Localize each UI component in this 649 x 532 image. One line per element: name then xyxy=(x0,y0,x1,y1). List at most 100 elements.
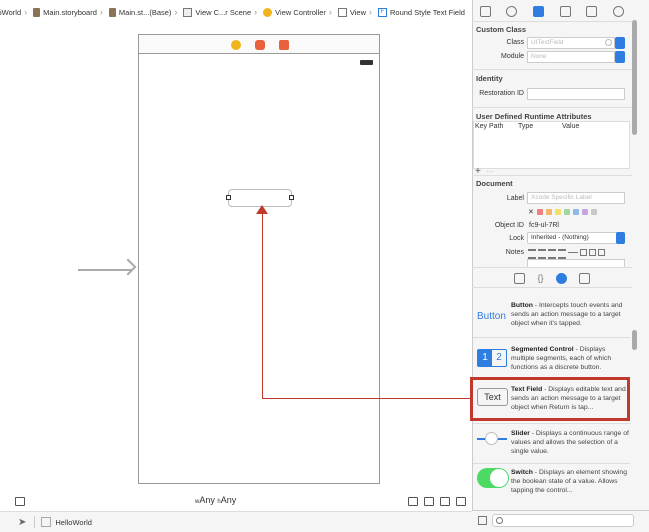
breadcrumb-item-folder[interactable]: Main.storyboard xyxy=(33,7,97,17)
label-color-swatch[interactable] xyxy=(591,209,597,215)
view-icon xyxy=(337,7,347,17)
notes-text-area[interactable] xyxy=(527,259,625,267)
label-color-swatch[interactable] xyxy=(582,209,588,215)
connection-line xyxy=(262,210,263,398)
size-class-selector[interactable]: wAny hAny xyxy=(195,495,236,505)
breadcrumb-label: Main.st...(Base) xyxy=(118,7,172,17)
breadcrumb-label: View C...r Scene xyxy=(195,7,252,17)
label-color-swatch[interactable] xyxy=(564,209,570,215)
section-title-runtime-attributes: User Defined Runtime Attributes xyxy=(476,112,592,121)
label-color-swatch[interactable] xyxy=(555,209,561,215)
breadcrumb-label: Round Style Text Field xyxy=(390,7,465,17)
size-inspector-icon[interactable] xyxy=(586,5,598,17)
class-field[interactable]: UITextField xyxy=(527,37,615,49)
object-id-value: fc9-ul-7Rl xyxy=(529,222,559,229)
align-right-icon[interactable] xyxy=(548,249,556,259)
chevron-right-icon: › xyxy=(24,7,28,17)
attributes-inspector-icon[interactable] xyxy=(559,5,571,17)
xcode-label-field[interactable]: Xcode Specific Label xyxy=(527,192,625,204)
column-header-key-path[interactable]: Key Path xyxy=(475,123,503,130)
section-title-custom-class: Custom Class xyxy=(476,25,527,34)
inspector-scrollbar[interactable] xyxy=(632,20,637,135)
align-left-icon[interactable] xyxy=(528,249,536,259)
breadcrumb-item-scene[interactable]: View C...r Scene xyxy=(183,7,252,17)
file-template-library-icon[interactable] xyxy=(514,272,526,284)
align-icon[interactable] xyxy=(424,497,434,506)
module-field[interactable]: None xyxy=(527,51,615,63)
grid-view-icon[interactable] xyxy=(478,516,487,525)
align-center-icon[interactable] xyxy=(538,249,546,259)
object-library-icon[interactable] xyxy=(555,272,567,284)
chevron-right-icon: › xyxy=(369,7,372,17)
library-item-description: Segmented Control - Displays multiple se… xyxy=(511,346,612,371)
chevron-right-icon: › xyxy=(328,7,332,17)
app-icon xyxy=(41,517,52,527)
class-dropdown-button[interactable] xyxy=(615,37,625,49)
quick-help-icon[interactable] xyxy=(506,5,518,17)
more-options-icon[interactable] xyxy=(598,249,605,256)
circle-arrow-icon[interactable] xyxy=(605,39,612,46)
breadcrumb-item-storyboard[interactable]: Main.st...(Base) xyxy=(108,7,172,17)
class-label: Class xyxy=(506,39,524,46)
restoration-id-field[interactable] xyxy=(527,88,625,100)
label-color-swatch[interactable] xyxy=(573,209,579,215)
view-controller-scene[interactable] xyxy=(138,34,380,484)
resize-handle-right[interactable] xyxy=(289,195,294,200)
code-snippet-library-icon[interactable]: {} xyxy=(537,273,543,283)
connections-inspector-icon[interactable] xyxy=(613,5,625,17)
breadcrumb-label: View xyxy=(349,7,366,17)
file-inspector-icon[interactable] xyxy=(479,5,491,17)
label-color-swatch[interactable] xyxy=(546,209,552,215)
media-library-icon[interactable] xyxy=(578,272,590,284)
divider xyxy=(473,337,630,338)
line-spacing-icon[interactable] xyxy=(568,252,578,253)
restoration-id-label: Restoration ID xyxy=(479,90,524,97)
breadcrumb-item-view[interactable]: View xyxy=(337,7,366,17)
debug-target-label[interactable]: HelloWorld xyxy=(55,518,92,527)
divider xyxy=(472,107,632,108)
breadcrumb: iWorld › Main.storyboard › Main.st...(Ba… xyxy=(0,0,472,25)
library-filter-input[interactable] xyxy=(492,514,634,527)
column-header-value[interactable]: Value xyxy=(562,123,579,130)
library-scrollbar[interactable] xyxy=(632,330,637,350)
breadcrumb-item-view-controller[interactable]: View Controller xyxy=(263,7,326,17)
library-item-description: Switch - Displays an element showing the… xyxy=(511,469,627,494)
pin-icon[interactable] xyxy=(440,497,450,506)
chevron-right-icon: › xyxy=(99,7,103,17)
filter-icon xyxy=(496,517,503,524)
first-responder-icon[interactable] xyxy=(255,40,265,50)
view-controller-icon xyxy=(263,7,273,17)
library-tabs: {} xyxy=(472,267,632,288)
column-header-type[interactable]: Type xyxy=(518,123,533,130)
breadcrumb-label: View Controller xyxy=(275,7,326,17)
exit-icon[interactable] xyxy=(279,40,289,50)
resize-handle-left[interactable] xyxy=(226,195,231,200)
library-filter-bar xyxy=(472,510,649,532)
stack-icon[interactable] xyxy=(408,497,418,506)
breadcrumb-item-project[interactable]: iWorld xyxy=(0,8,21,17)
breadcrumb-item-text-field[interactable]: F Round Style Text Field xyxy=(378,7,465,17)
object-id-label: Object ID xyxy=(494,222,524,229)
lock-select[interactable]: Inherited - (Nothing) xyxy=(527,232,625,244)
library-item-switch[interactable]: Switch - Displays an element showing the… xyxy=(473,464,630,504)
section-title-document: Document xyxy=(476,179,513,188)
identity-inspector-icon[interactable] xyxy=(533,5,545,17)
scene-dock xyxy=(138,34,380,54)
chevron-updown-icon[interactable] xyxy=(616,232,625,244)
breadcrumb-label: Main.storyboard xyxy=(43,7,97,17)
scene-icon xyxy=(183,7,193,17)
edit-icon[interactable] xyxy=(589,249,596,256)
view-controller-icon[interactable] xyxy=(231,40,241,50)
chevron-right-icon: › xyxy=(254,7,258,17)
inspector-tabs xyxy=(472,0,632,22)
module-dropdown-button[interactable] xyxy=(615,51,625,63)
switch-icon xyxy=(477,468,509,488)
justify-icon[interactable] xyxy=(558,249,566,259)
clear-label-color-icon[interactable]: ✕ xyxy=(528,208,534,216)
location-arrow-icon[interactable]: ➤ xyxy=(18,517,26,528)
document-outline-toggle-icon[interactable] xyxy=(15,497,25,506)
label-color-swatch[interactable] xyxy=(537,209,543,215)
label-label: Label xyxy=(506,195,524,202)
color-picker-icon[interactable] xyxy=(580,249,587,256)
resolve-issues-icon[interactable] xyxy=(456,497,466,506)
